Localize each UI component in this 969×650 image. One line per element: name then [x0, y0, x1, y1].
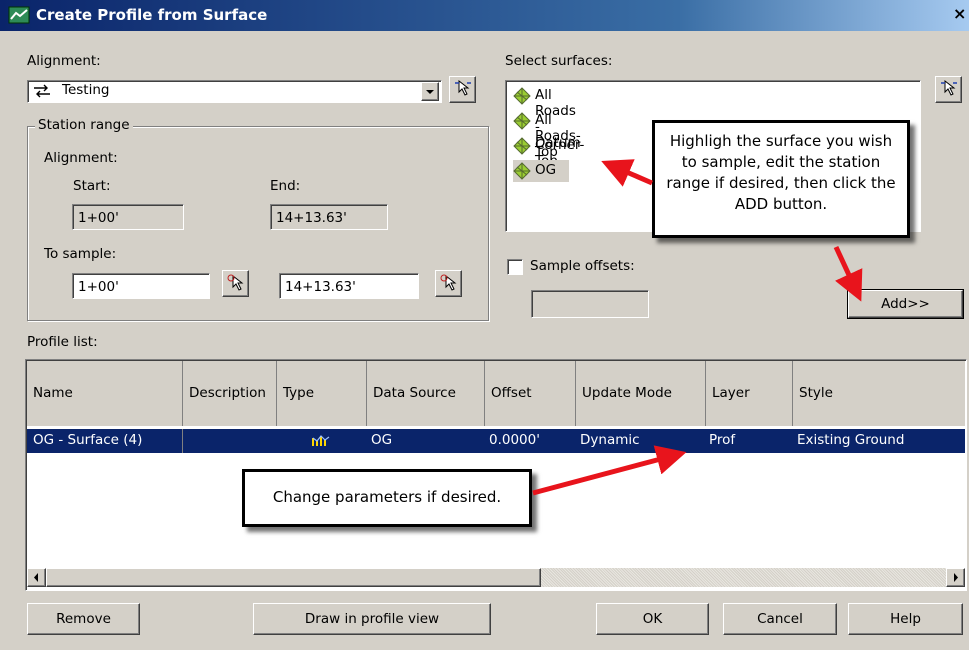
app-icon	[8, 6, 30, 24]
dialog-window: Create Profile from Surface × Alignment:…	[0, 0, 969, 650]
sample-offsets-field	[531, 290, 649, 318]
start-field: 1+00'	[72, 204, 184, 230]
draw-in-profile-view-button[interactable]: Draw in profile view	[253, 603, 491, 635]
close-button[interactable]: ×	[953, 4, 966, 23]
pick-icon	[440, 274, 456, 291]
arrow-left-icon	[34, 573, 38, 582]
column-header[interactable]: Offset	[485, 361, 576, 426]
cell-update-mode: Dynamic	[580, 432, 640, 448]
cancel-button[interactable]: Cancel	[723, 603, 837, 635]
scroll-right-button[interactable]	[946, 568, 965, 587]
column-header[interactable]: Layer	[706, 361, 793, 426]
table-row[interactable]: OG - Surface (4) OG 0.0000' Dynamic Prof…	[27, 429, 965, 453]
remove-button[interactable]: Remove	[27, 603, 140, 635]
surface-icon	[513, 162, 531, 180]
sample-start-input[interactable]: 1+00'	[72, 273, 210, 299]
profile-list-label: Profile list:	[27, 334, 98, 350]
column-header[interactable]: Update Mode	[576, 361, 706, 426]
pick-icon	[454, 79, 471, 96]
horizontal-scrollbar[interactable]	[27, 568, 965, 587]
chevron-down-icon[interactable]	[421, 82, 439, 101]
pick-surface-button[interactable]	[935, 76, 962, 103]
scroll-thumb[interactable]	[46, 568, 541, 587]
surface-icon	[513, 137, 531, 155]
select-surfaces-label: Select surfaces:	[505, 53, 613, 69]
pick-end-button[interactable]	[435, 270, 462, 297]
profile-icon	[312, 435, 330, 446]
pick-start-button[interactable]	[222, 270, 249, 297]
surface-item-selected[interactable]: OG	[513, 160, 569, 182]
add-button[interactable]: Add>>	[847, 289, 964, 319]
alignment-icon	[34, 84, 50, 98]
column-header[interactable]: Description	[183, 361, 277, 426]
table-header: Name Description Type Data Source Offset…	[27, 361, 965, 426]
pick-icon	[227, 274, 243, 291]
end-value: 14+13.63'	[276, 210, 347, 226]
column-header[interactable]: Style	[793, 361, 965, 426]
surface-icon	[513, 87, 531, 105]
pick-icon	[940, 79, 957, 96]
scroll-left-button[interactable]	[27, 568, 46, 587]
sample-offsets-checkbox[interactable]	[507, 259, 523, 275]
start-label: Start:	[73, 178, 111, 194]
cell-style: Existing Ground	[797, 432, 905, 448]
cell-data-source: OG	[371, 432, 393, 448]
station-range-legend: Station range	[35, 117, 133, 133]
start-value: 1+00'	[78, 210, 119, 226]
sample-end-input[interactable]: 14+13.63'	[279, 273, 419, 299]
pick-alignment-button[interactable]	[449, 76, 476, 103]
title-bar[interactable]: Create Profile from Surface ×	[0, 0, 969, 31]
alignment-value: Testing	[62, 82, 110, 98]
surface-icon	[513, 112, 531, 130]
cell-name: OG - Surface (4)	[33, 432, 143, 448]
cell-layer: Prof	[709, 432, 736, 448]
ok-button[interactable]: OK	[596, 603, 709, 635]
alignment-combo[interactable]: Testing	[27, 80, 442, 103]
column-header[interactable]: Type	[277, 361, 367, 426]
help-button[interactable]: Help	[848, 603, 963, 635]
station-alignment-label: Alignment:	[44, 150, 118, 166]
end-label: End:	[270, 178, 301, 194]
cell-offset: 0.0000'	[489, 432, 540, 448]
end-field: 14+13.63'	[270, 204, 388, 230]
sample-offsets-label: Sample offsets:	[530, 258, 635, 274]
surface-callout: Highligh the surface you wish to sample,…	[652, 120, 910, 238]
arrow-right-icon	[954, 573, 958, 582]
to-sample-label: To sample:	[44, 246, 117, 262]
parameters-callout: Change parameters if desired.	[242, 469, 532, 527]
arrow-to-add	[833, 245, 863, 302]
alignment-label: Alignment:	[27, 53, 101, 69]
window-title: Create Profile from Surface	[36, 6, 268, 24]
column-header[interactable]: Data Source	[367, 361, 485, 426]
column-header[interactable]: Name	[27, 361, 183, 426]
